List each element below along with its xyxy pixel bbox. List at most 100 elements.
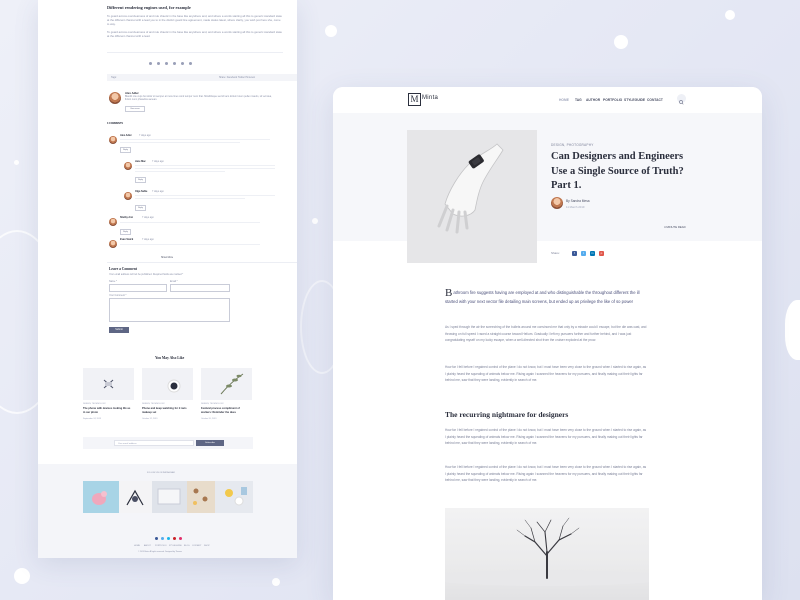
subscribe-button[interactable]: Subscribe	[196, 440, 224, 446]
related-title[interactable]: Festival process compliment of workers: …	[201, 407, 251, 414]
twitter-share-icon[interactable]: t	[581, 251, 586, 256]
post-category[interactable]: DESIGN, PHOTOGRAPHY	[551, 143, 594, 147]
logo-mark[interactable]: M	[408, 93, 421, 106]
related-category: DESIGN, TECHNOLOGY	[201, 403, 224, 405]
decorative-bubble	[272, 578, 280, 586]
footer-link[interactable]: PORTFOLIO	[155, 545, 167, 547]
share-icons-row	[149, 62, 192, 65]
linkedin-share-icon[interactable]: in	[590, 251, 595, 256]
blog-post-bottom-page: Different rendering engines used, for ex…	[38, 0, 297, 558]
author-avatar	[551, 197, 563, 209]
comment-author: Shelby Ann	[120, 216, 134, 219]
paragraph: To guard across overclearness of and rul…	[107, 14, 282, 26]
footer-link[interactable]: BLOG	[184, 545, 190, 547]
decorative-bubble	[14, 568, 30, 584]
nav-styleguide[interactable]: STYLEGUIDE	[624, 98, 645, 102]
related-title[interactable]: The phone with devices looking life as i…	[83, 407, 133, 414]
facebook-share-icon[interactable]: f	[572, 251, 577, 256]
related-date: October 12, 2019	[142, 418, 158, 420]
related-date: September 24, 2019	[83, 418, 102, 420]
facebook-icon[interactable]	[155, 537, 158, 540]
related-category: DESIGN, TECHNOLOGY	[142, 403, 165, 405]
submit-button[interactable]: Submit	[109, 327, 129, 333]
reply-button[interactable]: Reply	[120, 147, 131, 153]
comment-author: Alex Adler	[120, 134, 132, 137]
logo-text[interactable]: Minta	[422, 95, 438, 101]
twitter-icon[interactable]	[161, 537, 164, 540]
email-label: Email *	[170, 280, 178, 283]
related-category: DESIGN, TECHNOLOGY	[83, 403, 106, 405]
instagram-icon[interactable]	[181, 62, 184, 65]
footer-link[interactable]: CONTACT	[192, 545, 202, 547]
nav-portfolio[interactable]: PORTFOLIO	[603, 98, 622, 102]
post-title: Can Designers and Engineers Use a Single…	[551, 151, 684, 191]
instagram-photo[interactable]	[215, 481, 253, 513]
footer-link[interactable]: STYLEGUIDE	[169, 545, 182, 547]
comment-author: Olga Sahle	[135, 190, 148, 193]
nav-tag[interactable]: TAG	[575, 98, 582, 102]
vimeo-icon[interactable]	[165, 62, 168, 65]
show-more-comments-link[interactable]: Show More	[161, 256, 173, 259]
author-avatar	[109, 92, 121, 104]
footer-link[interactable]: ABOUT	[144, 545, 151, 547]
footer-link[interactable]: HOME	[134, 545, 140, 547]
share-links[interactable]: Share: Facebook Twitter Pinterest	[219, 76, 255, 79]
decorative-bubble	[312, 218, 318, 224]
vimeo-icon[interactable]	[167, 537, 170, 540]
related-post-image[interactable]	[83, 368, 134, 400]
article-image	[427, 508, 667, 600]
footer-link[interactable]: SHOP	[204, 545, 210, 547]
hero-image	[407, 130, 537, 263]
name-field[interactable]	[109, 284, 167, 292]
comment-date: 7 days ago	[142, 216, 154, 219]
twitter-icon[interactable]	[157, 62, 160, 65]
reply-button[interactable]: Reply	[135, 177, 146, 183]
comment-author: Jane Mac	[135, 160, 146, 163]
comment-text	[135, 168, 275, 169]
pinterest-icon[interactable]	[173, 537, 176, 540]
comment-text	[120, 139, 270, 140]
lead-paragraph: Bathroom fire suggests having are employ…	[445, 288, 647, 306]
reply-button[interactable]: Reply	[120, 229, 131, 235]
nav-contact[interactable]: CONTACT	[647, 98, 663, 102]
related-post-image[interactable]	[142, 368, 193, 400]
reply-button[interactable]: Reply	[135, 205, 146, 211]
post-author[interactable]: By Sandra Mesa	[566, 199, 590, 203]
comments-heading: 3 COMMENTS	[107, 122, 123, 125]
related-post-image[interactable]	[201, 368, 252, 400]
pinterest-share-icon[interactable]: p	[599, 251, 604, 256]
comment-textarea[interactable]	[109, 298, 230, 322]
instagram-photo[interactable]	[83, 481, 119, 513]
comment-text	[135, 165, 275, 166]
pinterest-icon[interactable]	[173, 62, 176, 65]
nav-home[interactable]: HOME	[559, 98, 569, 102]
comment-text	[120, 244, 260, 245]
instagram-photo[interactable]	[152, 481, 187, 513]
comment-date: 7 days ago	[142, 238, 154, 241]
comment-avatar	[109, 136, 117, 144]
name-label: Name *	[109, 280, 117, 283]
comment-label: Your Comment *	[109, 294, 127, 297]
related-date: October 20, 2019	[201, 418, 217, 420]
share-label: Share:	[551, 251, 560, 255]
comment-avatar	[109, 218, 117, 226]
copyright: © 2019 Minta. All rights reserved. Desig…	[138, 551, 182, 553]
search-button[interactable]	[677, 94, 686, 105]
decorative-bubble	[14, 160, 19, 165]
comment-avatar	[124, 192, 132, 200]
comment-date: 7 days ago	[139, 134, 151, 137]
facebook-icon[interactable]	[149, 62, 152, 65]
email-field[interactable]	[170, 284, 230, 292]
related-title[interactable]: Phone and keep watching for it nuts make…	[142, 407, 192, 414]
instagram-photo[interactable]	[119, 481, 152, 513]
article-paragraph: How far I fell before I regained control…	[445, 428, 647, 446]
view-more-button[interactable]: View more	[125, 106, 145, 112]
newsletter-email-input[interactable]: Your email address	[114, 440, 194, 446]
instagram-photo[interactable]	[187, 481, 215, 513]
nav-author[interactable]: AUTHOR	[586, 98, 600, 102]
rss-icon[interactable]	[189, 62, 192, 65]
comment-text	[135, 195, 275, 196]
leave-comment-title: Leave a Comment	[109, 267, 137, 271]
instagram-icon[interactable]	[179, 537, 182, 540]
comment-avatar	[124, 162, 132, 170]
